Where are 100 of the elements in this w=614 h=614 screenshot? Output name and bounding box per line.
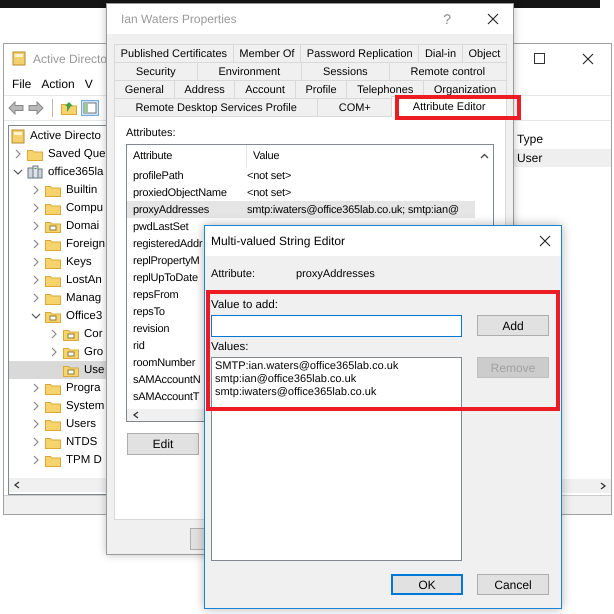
chevron-icon[interactable] (31, 401, 41, 411)
attribute-row[interactable]: proxiedObjectName <not set> (127, 184, 475, 201)
input-field[interactable] (211, 315, 462, 337)
folder-icon (45, 310, 61, 322)
tree-item[interactable]: Gro (9, 343, 106, 361)
tab[interactable]: Password Replication (300, 44, 420, 62)
tree-item[interactable]: Domai (9, 217, 106, 235)
attribute-name: profilePath (133, 170, 184, 182)
tree-item[interactable]: Cor (9, 325, 106, 343)
scroll-left-icon[interactable] (13, 481, 21, 489)
attribute-label: Attribute: (211, 268, 256, 280)
tab[interactable]: Published Certificates (114, 44, 234, 62)
attributes-label: Attributes: (126, 126, 177, 140)
column-header[interactable]: Attribute (127, 145, 247, 167)
attribute-name: pwdLastSet (133, 220, 188, 232)
field-label: Values: (211, 340, 250, 354)
tree-item[interactable]: NTDS (9, 433, 106, 451)
chevron-icon[interactable] (31, 293, 41, 303)
tab[interactable]: Object (462, 44, 507, 62)
forward-icon[interactable] (28, 101, 44, 115)
folder-up-icon[interactable] (61, 101, 77, 115)
attribute-row[interactable]: proxyAddresses smtp:iwaters@office365lab.co.uk; smtp:ian@ (127, 201, 475, 218)
tree-item[interactable]: Builtin (9, 181, 106, 199)
tree-item[interactable]: Keys (9, 253, 106, 271)
button[interactable]: OK (391, 574, 463, 595)
chevron-icon[interactable] (31, 311, 41, 321)
folder-icon (63, 346, 79, 358)
attribute-value: <not set> (247, 170, 292, 182)
attribute-value: <not set> (247, 186, 292, 198)
maximize-icon[interactable] (534, 53, 545, 64)
chevron-icon[interactable] (31, 419, 41, 429)
chevron-icon[interactable] (31, 239, 41, 249)
chevron-icon[interactable] (31, 437, 41, 447)
tree-item[interactable]: office365la (9, 163, 106, 181)
chevron-icon[interactable] (31, 221, 41, 231)
window-title: Active Directo (33, 52, 108, 66)
tree-item[interactable]: Compu (9, 199, 106, 217)
tree-item[interactable]: Progra (9, 379, 106, 397)
list-item[interactable]: SMTP:ian.waters@office365lab.co.uk (215, 360, 458, 373)
scroll-up-icon[interactable] (480, 153, 488, 159)
close-icon[interactable] (539, 235, 551, 247)
tab[interactable]: Remote Desktop Services Profile (114, 98, 318, 116)
tab[interactable]: Security (114, 62, 198, 80)
folder-icon (63, 364, 79, 376)
tree-item[interactable]: Active Directo (9, 127, 106, 145)
back-icon[interactable] (8, 101, 24, 115)
chevron-icon[interactable] (31, 275, 41, 285)
list-item[interactable]: smtp:ian@office365lab.co.uk (215, 373, 458, 386)
list-row[interactable]: User (513, 149, 611, 167)
menu-item[interactable]: V (84, 77, 93, 91)
help-button[interactable]: ? (443, 11, 451, 27)
tree-item[interactable]: Users (9, 415, 106, 433)
tab[interactable]: General (114, 80, 175, 98)
attribute-row[interactable]: profilePath <not set> (127, 167, 475, 184)
window-title: Ian Waters Properties (121, 12, 237, 26)
chevron-icon[interactable] (31, 203, 41, 213)
tree-item[interactable]: Saved Que (9, 145, 106, 163)
close-icon[interactable] (582, 52, 594, 64)
tree-item[interactable]: TPM D (9, 451, 106, 469)
folder-icon (27, 148, 43, 160)
horizontal-scrollbar[interactable] (9, 478, 106, 492)
chevron-icon[interactable] (31, 257, 41, 267)
button[interactable]: Add (477, 315, 549, 336)
folder-icon (45, 292, 61, 304)
chevron-icon[interactable] (31, 455, 41, 465)
chevron-icon[interactable] (13, 149, 23, 159)
folder-icon (45, 454, 61, 466)
chevron-icon[interactable] (13, 167, 23, 177)
window-title: Multi-valued String Editor (211, 234, 346, 248)
folder-icon (45, 256, 61, 268)
menu-item[interactable]: Action (41, 77, 75, 91)
chevron-icon[interactable] (49, 329, 59, 339)
tree-item[interactable]: Office3 (9, 307, 106, 325)
tree-item[interactable]: Foreign (9, 235, 106, 253)
folder-icon (45, 418, 61, 430)
tree-item[interactable]: Use (9, 361, 106, 379)
server-icon (27, 165, 43, 179)
tree-item[interactable]: System (9, 397, 106, 415)
tree-item[interactable]: Manag (9, 289, 106, 307)
column-header[interactable]: Value (247, 145, 280, 167)
tab[interactable]: Remote control (388, 62, 507, 80)
column-header[interactable]: Type (517, 132, 544, 146)
menu-item[interactable]: File (12, 77, 32, 91)
attribute-name: proxiedObjectName (133, 186, 227, 198)
chevron-icon[interactable] (49, 347, 59, 357)
tab[interactable]: Telephones (346, 80, 424, 98)
chevron-icon[interactable] (31, 185, 41, 195)
scroll-right-icon[interactable] (599, 482, 607, 490)
scroll-left-icon[interactable] (132, 411, 140, 419)
folder-icon (45, 238, 61, 250)
edit-button[interactable]: Edit (127, 433, 199, 455)
chevron-icon[interactable] (31, 383, 41, 393)
panel-icon[interactable] (81, 100, 99, 116)
field-label: Value to add: (211, 298, 279, 312)
folder-icon (63, 328, 79, 340)
button[interactable]: Cancel (477, 574, 549, 595)
tree-item[interactable]: LostAn (9, 271, 106, 289)
list-item[interactable]: smtp:iwaters@office365lab.co.uk (215, 386, 458, 399)
close-icon[interactable] (487, 13, 499, 25)
attribute-name: repsFrom (133, 288, 178, 300)
